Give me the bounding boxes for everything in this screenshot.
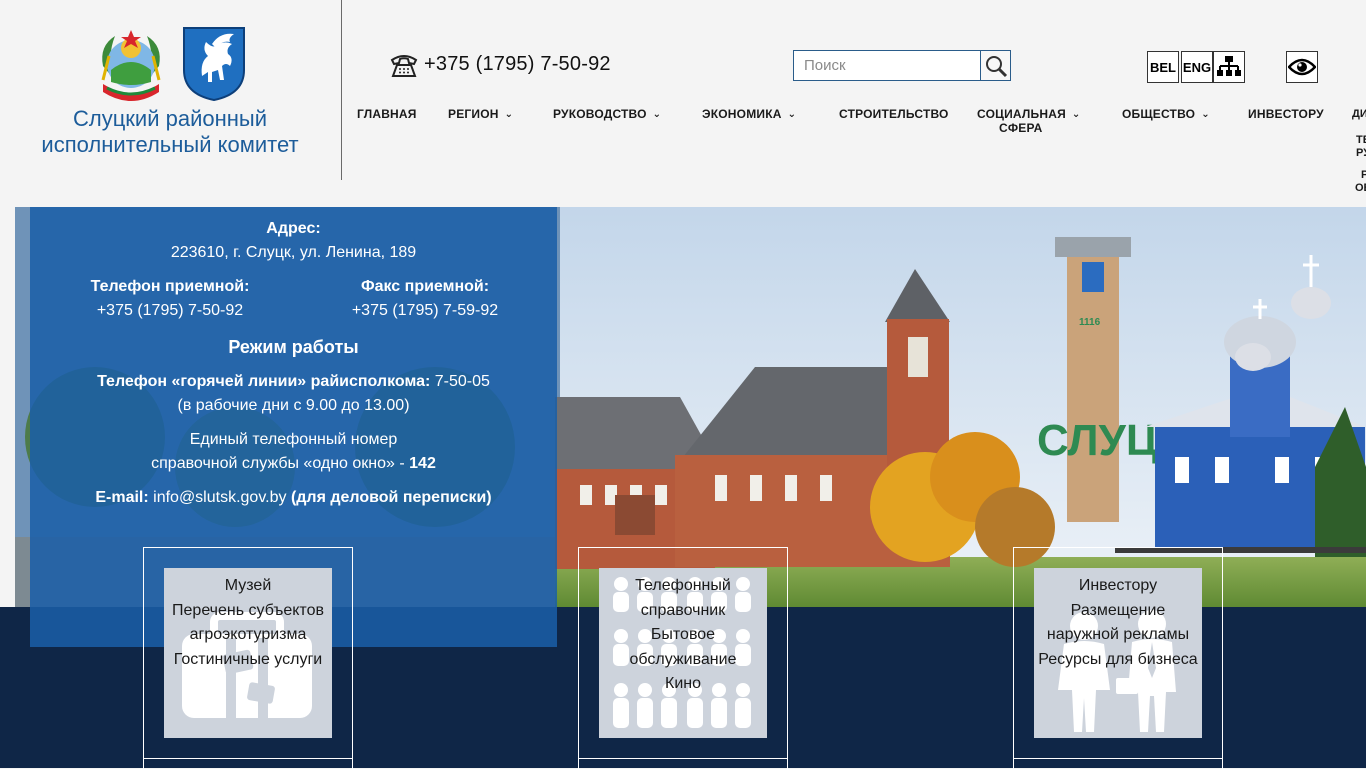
nav-item-label: СОЦИАЛЬНАЯ — [977, 107, 1066, 121]
nav-item-label: ИНВЕСТОРУ — [1248, 107, 1324, 121]
reception-fax-label: Факс приемной: — [360, 278, 490, 295]
address-text: 223610, г. Слуцк, ул. Ленина, 189 — [170, 244, 417, 261]
tile-link-cinema[interactable]: Кино — [599, 672, 767, 697]
nav-item-construction[interactable]: СТРОИТЕЛЬСТВО — [839, 108, 949, 121]
nav-item-region[interactable]: РЕГИОН ⌄ — [448, 108, 513, 122]
hotline-hours: (в рабочие дни с 9.00 до 13.00) — [177, 397, 410, 414]
nav-overflow-item: Р — [1352, 169, 1366, 182]
nav-item-label: ОБЩЕСТВО — [1122, 107, 1196, 121]
chevron-down-icon: ⌄ — [787, 109, 797, 120]
chevron-down-icon: ⌄ — [1071, 109, 1081, 120]
tile-link-museum[interactable]: Музей — [164, 574, 332, 599]
tile-link-advertising-2[interactable]: наружной рекламы — [1034, 623, 1202, 648]
nav-overflow-label: Р — [1361, 169, 1366, 181]
email-line: E-mail: info@slutsk.gov.by (для деловой … — [30, 488, 557, 508]
nav-overflow-item: ТЕ — [1352, 134, 1366, 147]
eye-icon — [1288, 58, 1316, 76]
nav-item-social[interactable]: СОЦИАЛЬНАЯ ⌄ СФЕРА — [977, 108, 1081, 135]
slutsk-coat-of-arms-icon[interactable] — [182, 26, 246, 102]
tile-link-advertising[interactable]: Размещение — [1034, 599, 1202, 624]
accessibility-button[interactable] — [1286, 51, 1318, 83]
nav-overflow-item: ОБ — [1352, 182, 1366, 195]
tile-services: Телефонный справочник Бытовое обслуживан… — [599, 568, 767, 738]
chevron-down-icon: ⌄ — [652, 109, 662, 120]
lang-bel-button[interactable]: BEL — [1147, 51, 1179, 83]
reception-phone-label: Телефон приемной: — [90, 278, 250, 295]
nav-item-label: ГЛАВНАЯ — [357, 107, 417, 121]
nav-item-economy[interactable]: ЭКОНОМИКА ⌄ — [702, 108, 796, 122]
search-box — [793, 50, 1011, 81]
phone-icon — [390, 55, 418, 77]
nav-overflow-label: РУ — [1356, 147, 1366, 159]
tile-link-business-resources[interactable]: Ресурсы для бизнеса — [1034, 648, 1202, 673]
hotline-label: Телефон «горячей линии» райисполкома: — [97, 373, 431, 390]
email-label: E-mail: — [95, 489, 149, 506]
nav-overflow-label: ОБ — [1355, 182, 1366, 194]
hotline-line: Телефон «горячей линии» райисполкома: 7-… — [30, 372, 557, 392]
header-divider — [341, 0, 342, 180]
nav-item-label-line2: СФЕРА — [998, 121, 1043, 135]
tile-link-consumer-services-2[interactable]: обслуживание — [599, 648, 767, 673]
belarus-emblem-icon[interactable] — [95, 26, 167, 102]
search-icon — [985, 55, 1007, 77]
main-nav: ГЛАВНАЯ РЕГИОН ⌄ РУКОВОДСТВО ⌄ ЭКОНОМИКА ⌄ … — [0, 108, 1366, 138]
nav-overflow-label: ТЕ — [1356, 134, 1366, 146]
chevron-down-icon: ⌄ — [1201, 109, 1210, 120]
nav-overflow-item: ДИ — [1352, 108, 1366, 134]
single-number-line: справочной службы «одно окно» - 142 — [30, 454, 557, 474]
email-link[interactable]: info@slutsk.gov.by — [153, 489, 286, 506]
email-note: (для деловой переписки) — [290, 489, 492, 506]
nav-overflow-item: РУ — [1352, 147, 1366, 169]
hotline-number[interactable]: 7-50-05 — [435, 373, 490, 390]
search-input[interactable] — [794, 51, 980, 80]
nav-item-leadership[interactable]: РУКОВОДСТВО ⌄ — [553, 108, 661, 122]
tile-investor: Инвестору Размещение наружной рекламы Ре… — [1034, 568, 1202, 738]
lang-eng-button[interactable]: ENG — [1181, 51, 1213, 83]
chevron-down-icon: ⌄ — [504, 109, 514, 120]
nav-item-label: РУКОВОДСТВО — [553, 107, 647, 121]
hero-sign-year: 1116 — [1079, 317, 1101, 328]
site-header: Слуцкий районный исполнительный комитет … — [0, 0, 1366, 207]
search-button[interactable] — [980, 51, 1010, 80]
tile-link-agrotourism-2[interactable]: агроэкотуризма — [164, 623, 332, 648]
work-mode-heading: Режим работы — [228, 337, 359, 357]
nav-item-investor[interactable]: ИНВЕСТОРУ — [1248, 108, 1324, 121]
nav-item-label: СТРОИТЕЛЬСТВО — [839, 107, 949, 121]
tile-link-agrotourism[interactable]: Перечень субъектов — [164, 599, 332, 624]
tile-link-investor[interactable]: Инвестору — [1034, 574, 1202, 599]
tile-link-consumer-services[interactable]: Бытовое — [599, 623, 767, 648]
tile-tourism: Музей Перечень субъектов агроэкотуризма … — [164, 568, 332, 738]
single-number[interactable]: 142 — [409, 455, 436, 472]
tile-links: Инвестору Размещение наружной рекламы Ре… — [1034, 574, 1202, 672]
tile-link-phonebook[interactable]: Телефонный — [599, 574, 767, 599]
reception-phone[interactable]: +375 (1795) 7-50-92 — [85, 301, 255, 321]
sitemap-button[interactable] — [1213, 51, 1245, 83]
nav-item-main[interactable]: ГЛАВНАЯ — [357, 108, 417, 121]
reception-fax: +375 (1795) 7-59-92 — [351, 302, 499, 319]
nav-overflow-label: ДИ — [1352, 108, 1366, 120]
nav-item-label: ЭКОНОМИКА — [702, 107, 782, 121]
nav-item-society[interactable]: ОБЩЕСТВО ⌄ — [1122, 108, 1210, 122]
single-number-line2: справочной службы «одно окно» - — [151, 455, 405, 472]
tile-link-phonebook-2[interactable]: справочник — [599, 599, 767, 624]
nav-overflow[interactable]: ДИ ТЕ РУ Р ОБ — [1352, 108, 1366, 195]
tile-links: Телефонный справочник Бытовое обслуживан… — [599, 574, 767, 697]
nav-item-label: РЕГИОН — [448, 107, 499, 121]
address-label: Адрес: — [266, 220, 321, 237]
sitemap-icon — [1217, 56, 1241, 76]
tile-links: Музей Перечень субъектов агроэкотуризма … — [164, 574, 332, 672]
single-number-line1: Единый телефонный номер — [189, 431, 398, 448]
tile-link-hotels[interactable]: Гостиничные услуги — [164, 648, 332, 673]
header-phone[interactable]: +375 (1795) 7-50-92 — [424, 53, 611, 76]
